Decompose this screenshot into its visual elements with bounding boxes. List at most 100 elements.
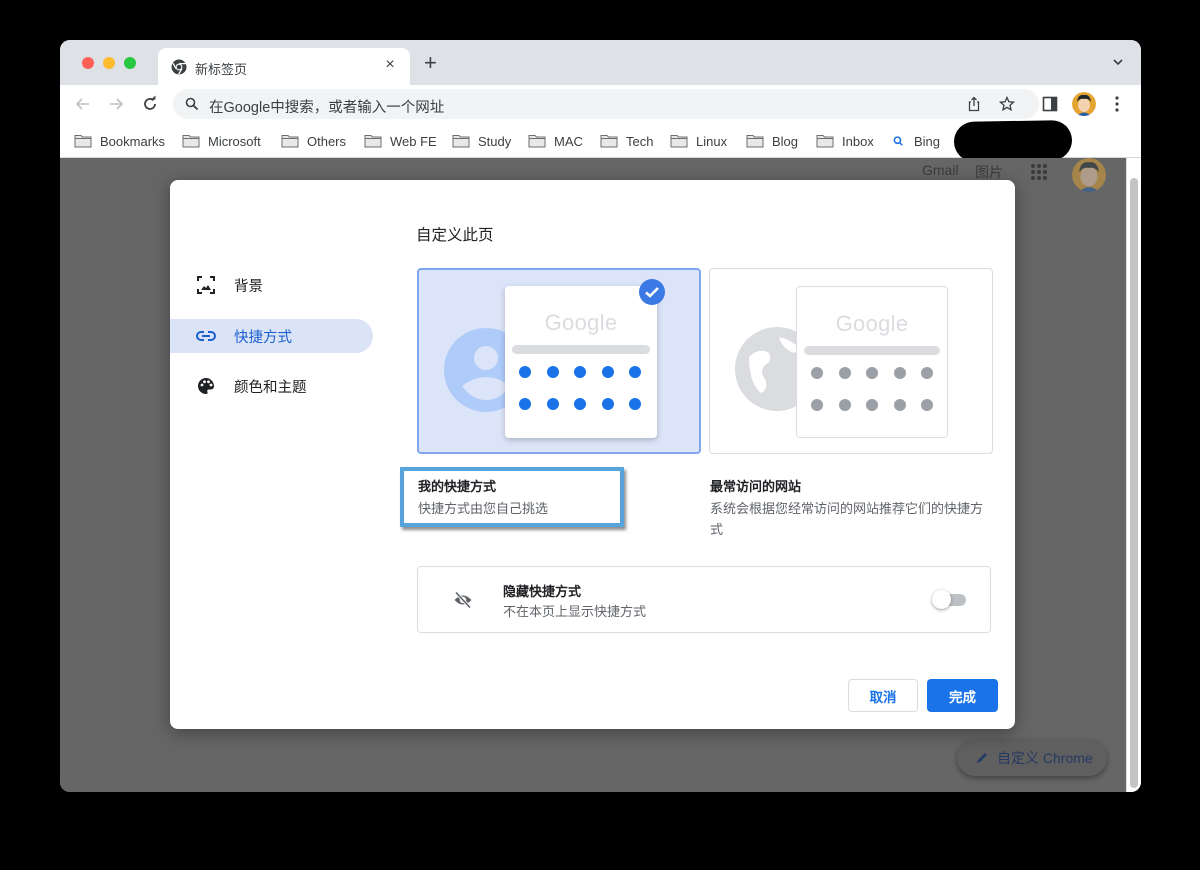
shortcut-dot: [601, 366, 614, 378]
chrome-icon: [171, 59, 187, 75]
preview-searchbar: [512, 345, 650, 354]
close-window-button[interactable]: [82, 57, 94, 69]
option-desc-most-visited: 系统会根据您经常访问的网站推荐它们的快捷方式: [710, 501, 984, 537]
bookmark-label: Inbox: [842, 133, 874, 149]
shortcut-dot: [893, 398, 906, 411]
back-icon[interactable]: [73, 94, 93, 114]
side-panel-icon[interactable]: [1042, 96, 1058, 112]
search-icon: [185, 97, 199, 111]
star-icon[interactable]: [999, 96, 1015, 112]
shortcut-dot: [893, 367, 906, 379]
shortcut-dot: [811, 398, 823, 411]
done-button[interactable]: 完成: [927, 679, 998, 712]
new-tab-button[interactable]: +: [424, 52, 437, 74]
shortcut-dot: [629, 366, 641, 378]
sidebar-item-label: 背景: [234, 278, 263, 295]
option-my-shortcuts[interactable]: Google: [417, 268, 701, 454]
bookmark-folder[interactable]: Linux: [670, 131, 727, 151]
shortcut-dot: [574, 397, 586, 410]
sidebar-item-label: 颜色和主题: [234, 379, 307, 396]
bookmark-folder[interactable]: Microsoft: [182, 131, 261, 151]
shortcut-dot: [921, 398, 933, 411]
bookmark-folder[interactable]: Web FE: [364, 131, 437, 151]
gmail-link[interactable]: Gmail: [922, 162, 959, 178]
scrollbar-thumb[interactable]: [1130, 178, 1138, 788]
redaction-mark: [953, 119, 1073, 163]
forward-icon[interactable]: [106, 94, 126, 114]
browser-window: 新标签页 × + 在Google中搜索，或者输入一个网址 Bookmarks M…: [60, 40, 1141, 792]
folder-icon: [600, 135, 618, 148]
option-most-visited[interactable]: Google: [709, 268, 993, 454]
sidebar-item-colors-themes[interactable]: 颜色和主题: [170, 369, 373, 403]
shortcut-dot: [838, 367, 851, 379]
background-icon: [197, 276, 215, 294]
shortcut-dot: [629, 397, 641, 410]
search-icon: [893, 136, 903, 146]
images-link[interactable]: 图片: [975, 162, 1003, 182]
avatar-icon: [1072, 158, 1106, 192]
selected-check-icon: [639, 279, 665, 305]
customize-chrome-label: 自定义 Chrome: [997, 750, 1093, 766]
folder-icon: [452, 135, 470, 148]
bookmark-folder[interactable]: Inbox: [816, 131, 874, 151]
bookmark-label: Others: [307, 133, 347, 149]
bookmark-folder[interactable]: Bookmarks: [74, 131, 165, 151]
shortcut-dot: [574, 366, 586, 378]
bookmark-label: Tech: [626, 133, 654, 149]
cancel-button[interactable]: 取消: [848, 679, 918, 712]
folder-icon: [816, 135, 834, 148]
preview-shortcut-dots: [519, 366, 643, 410]
folder-icon: [746, 135, 764, 148]
folder-icon: [74, 135, 92, 148]
address-bar[interactable]: 在Google中搜索，或者输入一个网址: [173, 89, 1039, 119]
toolbar: 在Google中搜索，或者输入一个网址: [60, 85, 1141, 123]
new-tab-page: Gmail 图片 自定义 Chrome 背景 快捷方式 颜色和主题 自定义此页 …: [60, 158, 1126, 792]
hide-shortcuts-title: 隐藏快捷方式: [503, 584, 582, 599]
address-bar-placeholder: 在Google中搜索，或者输入一个网址: [209, 100, 445, 116]
preview-page: Google: [796, 286, 948, 438]
shortcut-dot: [546, 397, 559, 410]
folder-icon: [528, 135, 546, 148]
hide-shortcuts-description: 不在本页上显示快捷方式: [503, 604, 647, 619]
shortcut-dot: [601, 397, 614, 410]
bookmark-label: Bing: [914, 133, 941, 149]
account-avatar[interactable]: [1072, 158, 1106, 192]
bookmark-folder[interactable]: MAC: [528, 131, 583, 151]
tab-title: 新标签页: [195, 62, 248, 77]
shortcut-dot: [838, 398, 851, 411]
bookmark-label: Bookmarks: [100, 133, 166, 149]
apps-grid-icon[interactable]: [1029, 162, 1049, 182]
preview-shortcut-dots: [811, 367, 935, 411]
preview-page: Google: [505, 286, 657, 438]
page-scrollbar[interactable]: [1126, 158, 1141, 792]
shortcut-dot: [519, 397, 531, 410]
share-icon[interactable]: [966, 96, 982, 112]
shortcut-dot: [811, 367, 823, 379]
sidebar-item-shortcuts[interactable]: 快捷方式: [170, 319, 373, 353]
avatar-icon: [1072, 92, 1096, 116]
bookmark-folder[interactable]: Others: [281, 131, 346, 151]
bookmark-folder[interactable]: Tech: [600, 131, 653, 151]
hide-shortcuts-toggle[interactable]: [932, 590, 966, 609]
minimize-window-button[interactable]: [103, 57, 115, 69]
chevron-down-icon[interactable]: [1111, 55, 1125, 69]
sidebar-item-label: 快捷方式: [234, 329, 292, 346]
sidebar-item-background[interactable]: 背景: [170, 268, 373, 302]
folder-icon: [364, 135, 382, 148]
link-icon: [196, 331, 216, 341]
more-menu-icon[interactable]: [1110, 95, 1124, 113]
bookmark-label: Linux: [696, 133, 728, 149]
bookmark-folder[interactable]: Blog: [746, 131, 798, 151]
shortcut-dot: [866, 398, 878, 411]
profile-avatar[interactable]: [1072, 92, 1096, 116]
customize-chrome-button[interactable]: 自定义 Chrome: [957, 740, 1107, 776]
bookmark-folder[interactable]: Study: [452, 131, 511, 151]
visibility-off-icon: [454, 591, 472, 609]
close-tab-button[interactable]: ×: [380, 56, 400, 74]
zoom-window-button[interactable]: [124, 57, 136, 69]
customize-dialog: 背景 快捷方式 颜色和主题 自定义此页 Google Google 我的快捷方式…: [170, 180, 1015, 729]
reload-icon[interactable]: [140, 94, 160, 114]
folder-icon: [182, 135, 200, 148]
bookmark-bing[interactable]: Bing: [892, 131, 940, 151]
tab-new-tab[interactable]: 新标签页 ×: [158, 48, 410, 85]
